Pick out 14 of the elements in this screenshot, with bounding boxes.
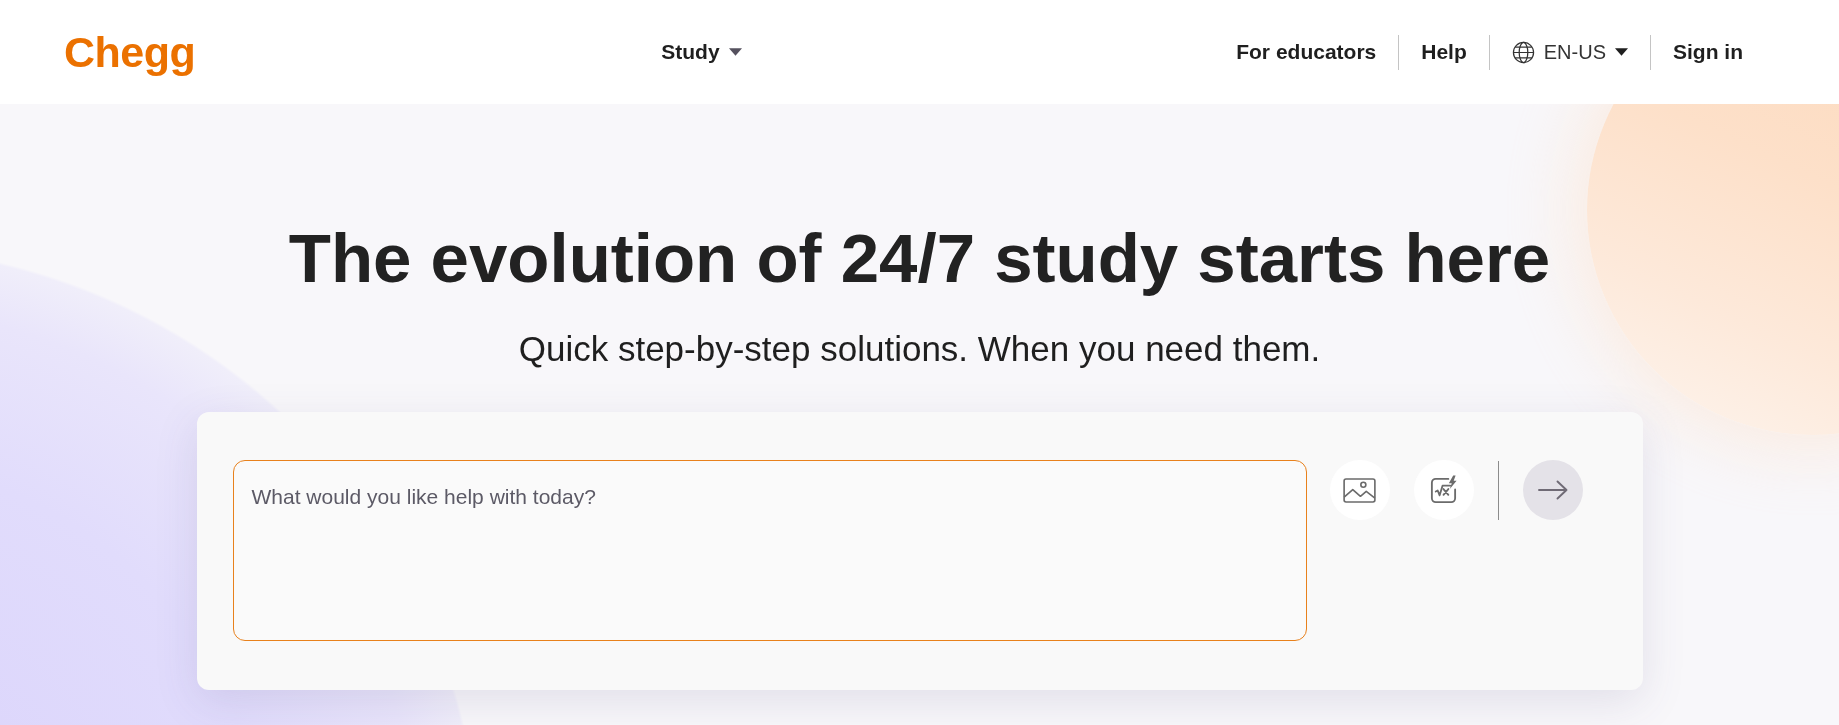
globe-icon <box>1511 40 1535 64</box>
arrow-right-icon <box>1537 480 1568 500</box>
math-formula-icon <box>1428 474 1459 506</box>
hero-title: The evolution of 24/7 study starts here <box>288 219 1551 299</box>
nav-dropdown[interactable]: Study <box>661 40 742 64</box>
header-link[interactable]: Help <box>1421 40 1467 64</box>
question-field[interactable]: What would you like help with today? <box>232 460 1307 641</box>
header-link[interactable]: For educators <box>1236 40 1377 64</box>
header-link[interactable]: Sign in <box>1673 40 1743 64</box>
hero-subtitle: Quick step-by-step solutions. When you need them. <box>518 328 1321 370</box>
image-icon <box>1343 477 1376 503</box>
language-selector[interactable]: EN-US <box>1511 40 1628 64</box>
caret-icon <box>728 48 742 56</box>
caret-icon <box>1615 48 1628 56</box>
